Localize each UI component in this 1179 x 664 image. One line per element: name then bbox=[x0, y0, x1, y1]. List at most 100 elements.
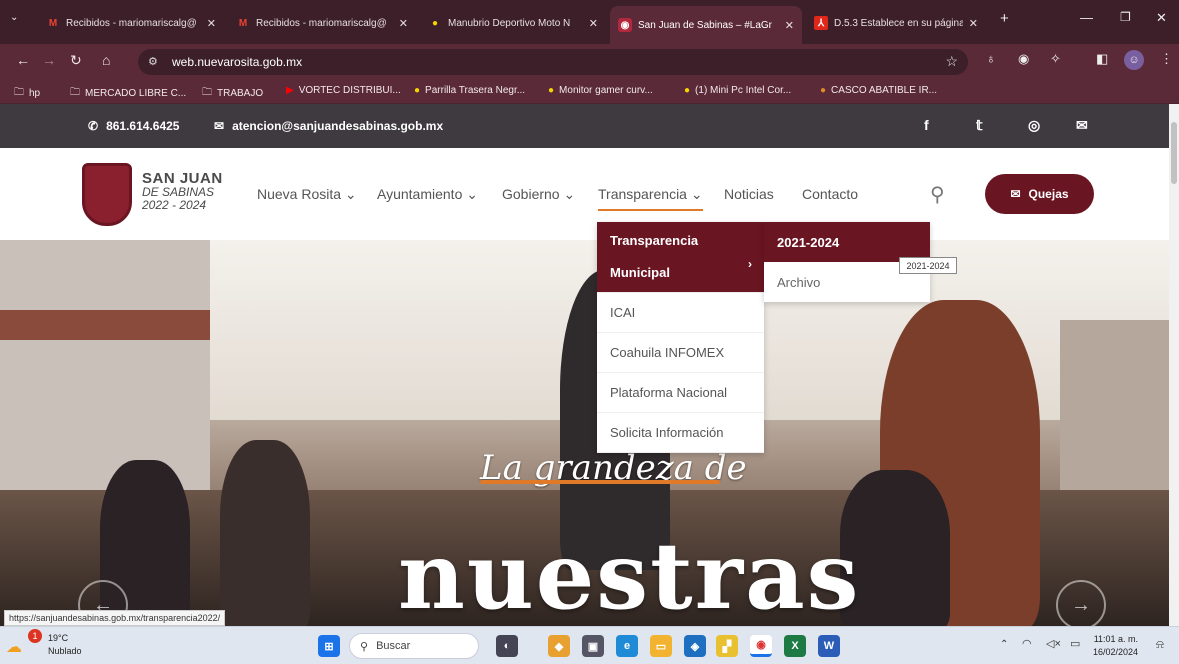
menu-ayuntamiento[interactable]: Ayuntamiento ⌄ bbox=[377, 186, 478, 203]
contact-topbar: ✆ 861.614.6425 ✉ atencion@sanjuandesabin… bbox=[0, 104, 1169, 148]
extension-icon[interactable]: ◉ bbox=[1018, 51, 1029, 67]
forward-icon[interactable]: → bbox=[42, 52, 56, 68]
volume-icon[interactable]: ◁× bbox=[1046, 637, 1061, 650]
submenu-item-2021-2024[interactable]: 2021-2024 bbox=[764, 222, 930, 262]
back-icon[interactable]: ← bbox=[16, 52, 30, 68]
notification-bell-icon[interactable]: ⍾ bbox=[1156, 637, 1164, 652]
word-icon[interactable]: W bbox=[818, 635, 840, 657]
puzzle-icon[interactable]: ✧ bbox=[1050, 51, 1061, 67]
dropdown-item-icai[interactable]: ICAI bbox=[597, 293, 764, 333]
menu-gobierno[interactable]: Gobierno ⌄ bbox=[502, 186, 575, 203]
side-panel-icon[interactable]: ◧ bbox=[1096, 51, 1108, 67]
folder-icon: 🗀 bbox=[202, 87, 212, 98]
page-scrollbar[interactable] bbox=[1169, 104, 1179, 626]
bookmark-star-icon[interactable]: ☆ bbox=[945, 53, 958, 70]
close-tab-icon[interactable]: ✕ bbox=[589, 17, 598, 30]
bookmark-label: (1) Mini Pc Intel Cor... bbox=[695, 85, 792, 96]
tab-gmail-1[interactable]: M Recibidos - mariomariscalg@ ✕ bbox=[38, 8, 224, 38]
address-bar[interactable]: ⚙ web.nuevarosita.gob.mx ☆ bbox=[138, 49, 968, 75]
tab-san-juan-de-sabinas[interactable]: ◉ San Juan de Sabinas – #LaGr ✕ bbox=[610, 6, 802, 44]
extension-icon[interactable]: ♁ bbox=[986, 51, 996, 66]
close-tab-icon[interactable]: ✕ bbox=[399, 17, 408, 30]
bookmark-mini-pc[interactable]: ● (1) Mini Pc Intel Cor... bbox=[684, 85, 791, 96]
gmail-icon: M bbox=[238, 17, 248, 29]
phone-icon: ✆ bbox=[88, 119, 99, 133]
menu-nueva-rosita[interactable]: Nueva Rosita ⌄ bbox=[257, 186, 357, 203]
restore-icon[interactable]: ❐ bbox=[1120, 10, 1131, 24]
tab-search-chevron-icon[interactable]: ⌄ bbox=[10, 12, 18, 23]
hero-underline bbox=[480, 480, 720, 484]
minimize-icon[interactable]: — bbox=[1080, 10, 1093, 25]
instagram-icon[interactable]: ◎ bbox=[1028, 117, 1040, 134]
mail-icon[interactable]: ✉ bbox=[1076, 117, 1088, 134]
close-tab-icon[interactable]: ✕ bbox=[207, 17, 216, 30]
browser-toolbar: ← → ↻ ⌂ ⚙ web.nuevarosita.gob.mx ☆ bbox=[0, 44, 1179, 78]
excel-icon[interactable]: X bbox=[784, 635, 806, 657]
bookmark-label: Monitor gamer curv... bbox=[559, 85, 653, 96]
dropdown-item-solicita-informacion[interactable]: Solicita Información bbox=[597, 413, 764, 453]
bookmark-vortec[interactable]: ▶ VORTEC DISTRIBUI... bbox=[286, 85, 401, 96]
marketplace-icon: ● bbox=[820, 85, 827, 96]
menu-kebab-icon[interactable]: ⋮ bbox=[1160, 51, 1173, 67]
folder-icon: 🗀 bbox=[70, 87, 80, 98]
wifi-icon[interactable]: ◠ bbox=[1022, 637, 1032, 650]
phone-contact[interactable]: ✆ 861.614.6425 bbox=[88, 119, 179, 133]
bookmark-mercado-libre[interactable]: 🗀 MERCADO LIBRE C... bbox=[70, 85, 186, 102]
menu-noticias[interactable]: Noticias bbox=[724, 186, 774, 202]
search-icon[interactable]: ⚲ bbox=[930, 182, 945, 207]
facebook-icon[interactable]: f bbox=[924, 117, 929, 133]
twitter-icon[interactable]: 𝕥 bbox=[976, 117, 983, 134]
dropdown-item-coahuila-infomex[interactable]: Coahuila INFOMEX bbox=[597, 333, 764, 373]
home-icon[interactable]: ⌂ bbox=[102, 52, 110, 68]
close-window-icon[interactable]: ✕ bbox=[1156, 10, 1167, 26]
dropdown-item-label: Transparencia Municipal bbox=[610, 233, 699, 280]
edge-icon[interactable]: e bbox=[616, 635, 638, 657]
tray-chevron-up-icon[interactable]: ⌃ bbox=[1000, 639, 1008, 650]
bookmark-label: Parrilla Trasera Negr... bbox=[425, 85, 526, 96]
marketplace-icon: ● bbox=[414, 85, 421, 96]
bookmark-hp[interactable]: 🗀 hp bbox=[14, 85, 40, 102]
close-tab-icon[interactable]: ✕ bbox=[785, 19, 794, 32]
logo-text-line3[interactable]: 2022 - 2024 bbox=[142, 198, 206, 212]
taskbar-search[interactable]: ⚲ Buscar bbox=[349, 633, 479, 659]
bookmark-label: TRABAJO bbox=[217, 88, 264, 99]
bookmark-parrilla[interactable]: ● Parrilla Trasera Negr... bbox=[414, 85, 525, 96]
task-view-icon[interactable]: ▣ bbox=[582, 635, 604, 657]
chrome-icon[interactable]: ◉ bbox=[750, 635, 772, 657]
hero-roof-left bbox=[0, 310, 210, 340]
windows-start-icon[interactable]: ⊞ bbox=[318, 635, 340, 657]
bookmark-label: hp bbox=[29, 88, 41, 99]
search-icon: ⚲ bbox=[360, 640, 369, 653]
scrollbar-thumb[interactable] bbox=[1171, 122, 1177, 184]
logo-shield[interactable] bbox=[82, 163, 132, 226]
bookmark-casco[interactable]: ● CASCO ABATIBLE IR... bbox=[820, 85, 937, 96]
url-text[interactable]: web.nuevarosita.gob.mx bbox=[172, 55, 302, 69]
new-tab-button[interactable]: + bbox=[1000, 10, 1009, 27]
tab-gmail-2[interactable]: M Recibidos - mariomariscalg@ ✕ bbox=[228, 8, 416, 38]
tab-marketplace[interactable]: ● Manubrio Deportivo Moto N ✕ bbox=[420, 8, 606, 38]
app-icon[interactable]: ◆ bbox=[548, 635, 570, 657]
dropdown-item-plataforma-nacional[interactable]: Plataforma Nacional bbox=[597, 373, 764, 413]
store-icon[interactable]: ◈ bbox=[684, 635, 706, 657]
dropdown-item-transparencia-municipal[interactable]: Transparencia Municipal › bbox=[597, 222, 764, 293]
profile-avatar[interactable]: ☺ bbox=[1124, 50, 1144, 70]
battery-icon[interactable]: ▭ bbox=[1070, 637, 1080, 650]
windows-taskbar: 1 ☁ 19°C Nublado ⊞ ⚲ Buscar ◐ ◆ ▣ e ▭ ◈ … bbox=[0, 626, 1179, 664]
tab-title: Recibidos - mariomariscalg@ bbox=[256, 17, 387, 29]
app-icon[interactable]: ▞ bbox=[716, 635, 738, 657]
menu-transparencia[interactable]: Transparencia ⌄ bbox=[598, 186, 703, 211]
system-clock[interactable]: 11:01 a. m. 16/02/2024 bbox=[1093, 633, 1138, 659]
email-contact[interactable]: ✉ atencion@sanjuandesabinas.gob.mx bbox=[214, 119, 443, 133]
widget-icon[interactable]: ◐ bbox=[496, 635, 518, 657]
site-info-icon[interactable]: ⚙ bbox=[148, 55, 158, 68]
quejas-button[interactable]: ✉ Quejas bbox=[985, 174, 1094, 214]
file-explorer-icon[interactable]: ▭ bbox=[650, 635, 672, 657]
close-tab-icon[interactable]: ✕ bbox=[969, 17, 978, 30]
menu-contacto[interactable]: Contacto bbox=[802, 186, 858, 202]
reload-icon[interactable]: ↻ bbox=[70, 52, 82, 69]
tab-pdf[interactable]: ⅄ D.5.3 Establece en su página ✕ bbox=[806, 8, 986, 38]
logo-text-line2[interactable]: DE SABINAS bbox=[142, 185, 214, 199]
bookmark-monitor[interactable]: ● Monitor gamer curv... bbox=[548, 85, 653, 96]
bookmark-trabajo[interactable]: 🗀 TRABAJO bbox=[202, 85, 263, 102]
slider-next-arrow-icon[interactable]: → bbox=[1056, 580, 1106, 626]
